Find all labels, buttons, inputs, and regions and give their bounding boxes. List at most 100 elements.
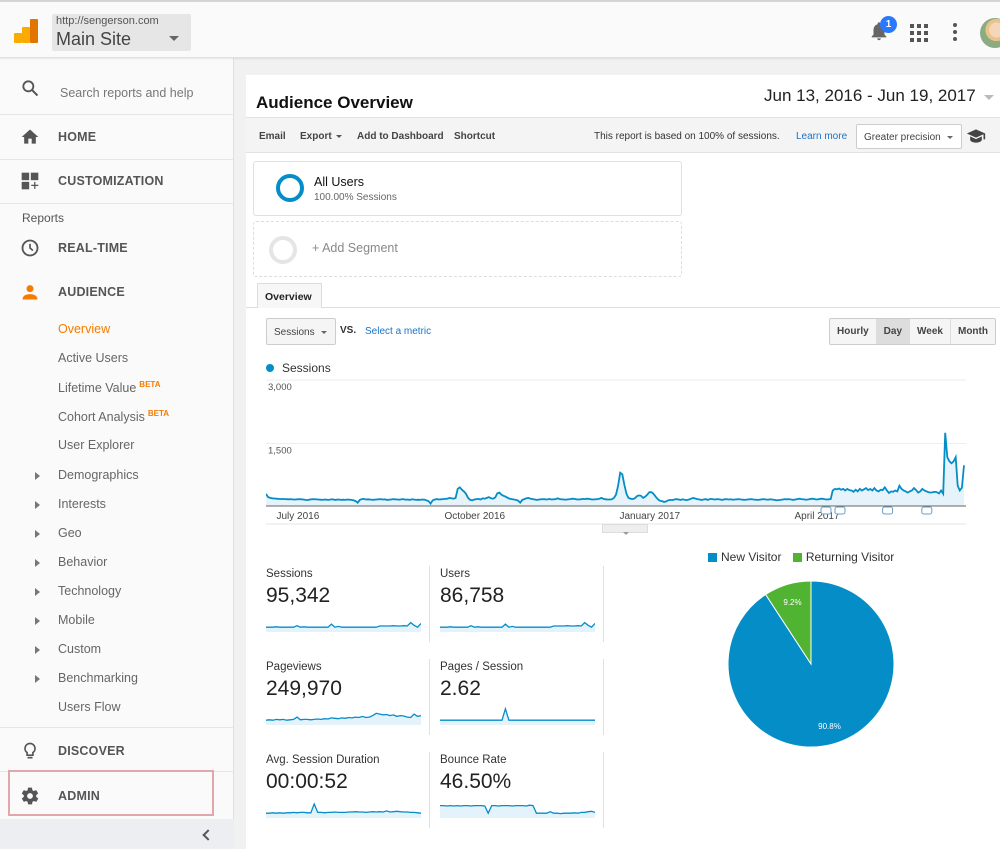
report-toolbar: Email Export Add to Dashboard Shortcut T… (246, 117, 1000, 153)
sparkline-line (266, 621, 421, 629)
sidebar-subitem[interactable]: Mobile (58, 613, 95, 627)
sidebar-subitem[interactable]: Geo (58, 526, 82, 540)
sidebar-item-home[interactable]: HOME (0, 115, 234, 159)
legend-label: New Visitor (721, 550, 782, 564)
export-label: Export (300, 131, 332, 142)
person-icon (22, 285, 38, 300)
scorecard[interactable]: Pages / Session 2.62 (440, 661, 605, 741)
sidebar-subitem[interactable]: Benchmarking (58, 671, 138, 685)
add-segment-button[interactable]: + Add Segment (253, 221, 682, 277)
add-segment-label: + Add Segment (312, 241, 398, 255)
scorecard[interactable]: Avg. Session Duration 00:00:52 (266, 754, 431, 834)
sidebar-subitem[interactable]: User Explorer (58, 438, 134, 452)
email-button[interactable]: Email (259, 131, 286, 142)
sessions-line-chart[interactable]: 3,000 1,500 July 2016 October 2016 January 2… (266, 378, 966, 528)
scorecard-sparkline (440, 707, 595, 725)
annotation-marker[interactable] (882, 506, 894, 515)
scorecard[interactable]: Pageviews 249,970 (266, 661, 431, 741)
beta-badge: BETA (147, 409, 170, 419)
expand-triangle-icon[interactable] (35, 500, 40, 509)
search-reports-input[interactable]: Search reports and help (0, 64, 234, 114)
sidebar-subitem[interactable]: Custom (58, 642, 101, 656)
segment-ring-icon (269, 236, 297, 264)
sidebar-item-customization[interactable]: CUSTOMIZATION (0, 159, 234, 203)
expand-triangle-icon[interactable] (35, 646, 40, 655)
date-range-picker[interactable]: Jun 13, 2016 - Jun 19, 2017 (760, 83, 994, 111)
expand-triangle-icon[interactable] (35, 529, 40, 538)
scorecard-label: Bounce Rate (440, 754, 507, 766)
sidebar-subitem[interactable]: Behavior (58, 555, 107, 569)
export-button[interactable]: Export (300, 131, 342, 142)
sidebar-item-audience[interactable]: AUDIENCE (0, 270, 234, 314)
sidebar-subitem[interactable]: Active Users (58, 351, 128, 365)
annotation-marker[interactable] (820, 506, 832, 515)
x-tick-label: April 2017 (795, 511, 840, 522)
add-to-dashboard-button[interactable]: Add to Dashboard (357, 131, 444, 142)
scorecard-divider (429, 566, 430, 642)
property-selector[interactable]: http://sengerson.com Main Site (52, 14, 191, 51)
search-icon (22, 80, 39, 97)
select-metric-link[interactable]: Select a metric (365, 326, 431, 337)
sidebar-subitem[interactable]: Demographics (58, 468, 139, 482)
sidebar-subitem[interactable]: Users Flow (58, 700, 121, 714)
sidebar-subitem[interactable]: Technology (58, 584, 121, 598)
report-panel: Audience Overview Jun 13, 2016 - Jun 19,… (246, 75, 1000, 849)
analytics-logo[interactable] (14, 19, 38, 43)
expand-triangle-icon[interactable] (35, 675, 40, 684)
expand-triangle-icon[interactable] (35, 587, 40, 596)
tab-label: Overview (265, 291, 312, 303)
scorecard[interactable]: Sessions 95,342 (266, 568, 431, 648)
graduation-cap-icon[interactable] (966, 128, 986, 144)
granularity-day-button[interactable]: Day (876, 319, 911, 344)
expand-triangle-icon[interactable] (35, 617, 40, 625)
admin-highlight (8, 770, 214, 816)
segment-subtitle: 100.00% Sessions (314, 192, 397, 203)
pie-label: 90.8% (818, 722, 841, 731)
collapse-sidebar-button[interactable] (0, 819, 234, 849)
date-range-text: Jun 13, 2016 - Jun 19, 2017 (764, 86, 976, 105)
scorecard[interactable]: Bounce Rate 46.50% (440, 754, 605, 834)
sidebar-subitem[interactable]: Cohort Analysis BETA (58, 409, 169, 424)
scorecard-sparkline (440, 621, 595, 632)
segment-ring-icon (276, 174, 304, 202)
tab-divider (246, 307, 1000, 308)
granularity-month-button[interactable]: Month (951, 319, 995, 344)
precision-select[interactable]: Greater precision (856, 124, 962, 149)
sparkline-area (440, 805, 595, 818)
segment-title: All Users (314, 175, 365, 189)
scorecard-label: Pages / Session (440, 661, 524, 673)
scorecard-label: Avg. Session Duration (266, 754, 380, 766)
avatar[interactable] (980, 18, 1000, 48)
segment-all-users[interactable]: All Users 100.00% Sessions (253, 161, 682, 216)
sidebar-subitem-label: Users Flow (58, 700, 121, 715)
shortcut-button[interactable]: Shortcut (454, 131, 495, 142)
chart-expand-handle[interactable] (602, 524, 648, 535)
more-vert-icon[interactable] (952, 23, 958, 41)
granularity-toggle: Hourly Day Week Month (829, 318, 996, 345)
annotation-marker[interactable] (834, 506, 846, 515)
lightbulb-icon (24, 742, 36, 759)
scorecard[interactable]: Users 86,758 (440, 568, 605, 648)
apps-grid-icon[interactable] (910, 24, 928, 42)
expand-triangle-icon[interactable] (35, 471, 40, 480)
granularity-week-button[interactable]: Week (910, 319, 951, 344)
granularity-hourly-button[interactable]: Hourly (830, 319, 877, 344)
metric-select[interactable]: Sessions (266, 318, 336, 345)
sidebar-item-discover[interactable]: DISCOVER (0, 729, 234, 773)
sidebar-item-realtime[interactable]: REAL-TIME (0, 226, 234, 270)
chevron-left-icon (202, 829, 214, 841)
sidebar-subitem[interactable]: Overview (58, 322, 110, 336)
annotation-marker[interactable] (921, 506, 933, 515)
visitor-pie-chart[interactable]: 90.8% 9.2% (726, 579, 896, 749)
legend-label: Returning Visitor (805, 550, 895, 564)
scorecard-label: Sessions (266, 568, 313, 580)
caret-down-icon (335, 134, 342, 138)
expand-triangle-icon[interactable] (35, 558, 40, 567)
sidebar-subitem[interactable]: Lifetime Value BETA (58, 380, 160, 395)
scorecard-label: Pageviews (266, 661, 322, 673)
learn-more-link[interactable]: Learn more (796, 131, 847, 142)
sparkline-line (266, 802, 421, 814)
clock-icon (21, 239, 39, 257)
tab-overview[interactable]: Overview (257, 283, 322, 308)
sidebar-subitem[interactable]: Interests (58, 497, 106, 511)
